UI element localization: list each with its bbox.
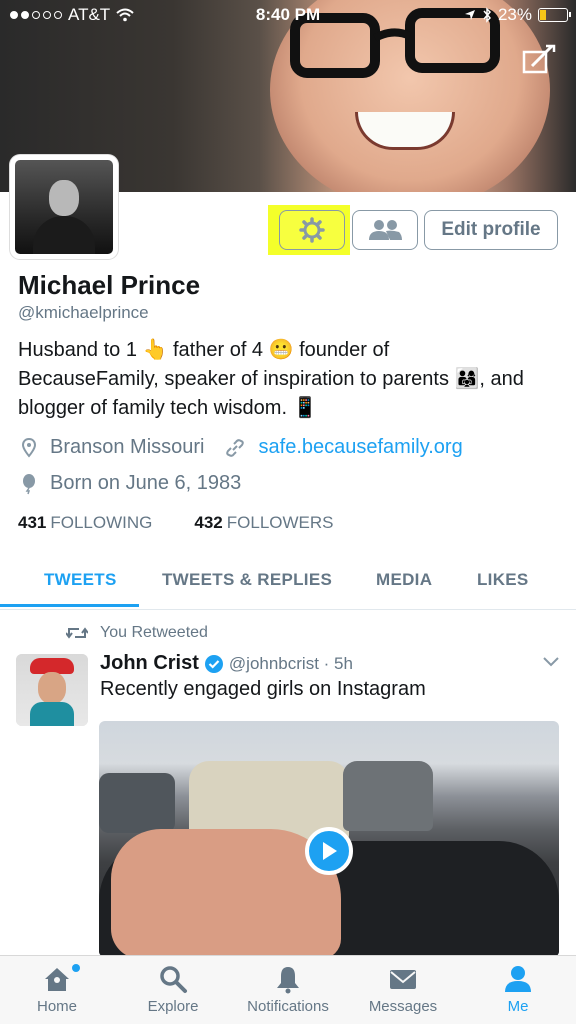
retweet-label: You Retweeted: [100, 624, 208, 641]
profile-handle: @kmichaelprince: [18, 303, 149, 322]
bio-line: blogger of family tech wisdom. 📱: [18, 397, 318, 419]
profile-birthday-row: Born on June 6, 1983: [22, 472, 241, 495]
balloon-icon: [23, 473, 35, 494]
home-icon: [45, 968, 69, 991]
battery-percent: 23%: [497, 5, 532, 24]
edit-photo-icon[interactable]: [522, 44, 556, 74]
person-icon: [505, 966, 531, 992]
tweet-handle-time: @johnbcrist · 5h: [228, 653, 353, 673]
search-icon: [160, 966, 187, 993]
tabbar-me-label: Me: [507, 998, 529, 1015]
location-arrow-icon: [464, 10, 475, 20]
lists-button[interactable]: [352, 210, 418, 250]
tabbar-messages-label: Messages: [368, 998, 438, 1015]
tabbar-notifications[interactable]: Notifications: [233, 964, 343, 1015]
following-count-link[interactable]: 431 FOLLOWING: [18, 513, 152, 533]
profile-name: Michael Prince: [18, 270, 201, 300]
envelope-icon: [390, 970, 416, 989]
chevron-down-icon[interactable]: [542, 656, 560, 668]
retweet-note: You Retweeted: [66, 624, 208, 642]
tab-media[interactable]: MEDIA: [376, 570, 432, 590]
battery-icon: [538, 8, 571, 22]
profile-bio: Husband to 1 👆 father of 4 😬 founder of …: [18, 336, 568, 423]
tabbar-explore-label: Explore: [147, 998, 199, 1015]
profile-location: Branson Missouri: [50, 436, 205, 458]
play-button[interactable]: [305, 827, 353, 875]
profile-birthday: Born on June 6, 1983: [50, 472, 242, 494]
home-notification-dot: [72, 964, 80, 972]
verified-badge-icon: [204, 654, 223, 673]
tab-tweets-replies[interactable]: TWEETS & REPLIES: [162, 570, 332, 590]
bluetooth-icon: [483, 7, 491, 23]
status-bar: AT&T 8:40 PM 23%: [0, 0, 576, 32]
edit-profile-button[interactable]: Edit profile: [424, 210, 558, 250]
tweet-author-avatar[interactable]: [16, 654, 88, 726]
tweet-header: John Crist @johnbcrist · 5h: [100, 652, 353, 675]
bio-line: Husband to 1 👆 father of 4 😬 founder of: [18, 339, 390, 361]
play-icon: [323, 842, 337, 860]
gear-icon: [299, 217, 325, 243]
bell-icon: [277, 967, 299, 994]
followers-count-link[interactable]: 432 FOLLOWERS: [194, 513, 333, 533]
tweet-text: Recently engaged girls on Instagram: [100, 678, 426, 700]
profile-meta-row: Branson Missouri safe.becausefamily.org: [22, 436, 463, 459]
tabbar-home-label: Home: [36, 998, 77, 1015]
profile-avatar[interactable]: [10, 155, 118, 259]
tweet-media-video[interactable]: [99, 721, 559, 957]
tabbar-messages[interactable]: Messages: [348, 964, 458, 1015]
profile-website[interactable]: safe.becausefamily.org: [259, 436, 463, 459]
tweet-author-name[interactable]: John Crist: [100, 652, 199, 675]
follow-counts: 431 FOLLOWING 432 FOLLOWERS: [18, 513, 334, 533]
tab-tweets[interactable]: TWEETS: [44, 570, 117, 590]
tabbar-me[interactable]: Me: [463, 964, 573, 1015]
tab-likes[interactable]: LIKES: [477, 570, 529, 590]
retweet-icon: [66, 627, 88, 639]
link-icon: [225, 438, 244, 457]
location-pin-icon: [22, 437, 36, 458]
tabbar-notifications-label: Notifications: [247, 998, 329, 1015]
active-tab-indicator: [0, 604, 139, 607]
people-icon: [369, 220, 402, 240]
settings-button[interactable]: [279, 210, 345, 250]
profile-tabs: TWEETS TWEETS & REPLIES MEDIA LIKES: [0, 552, 576, 610]
bottom-tab-bar: Home Explore Notifications Messages Me: [0, 955, 576, 1024]
tabbar-home[interactable]: Home: [2, 964, 112, 1015]
bio-line: BecauseFamily, speaker of inspiration to…: [18, 368, 524, 390]
tabbar-explore[interactable]: Explore: [118, 964, 228, 1015]
